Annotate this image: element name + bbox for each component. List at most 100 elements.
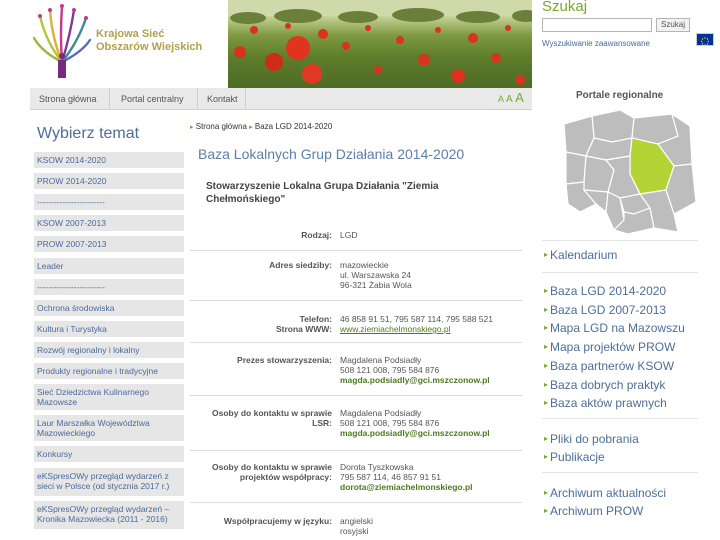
poppy-field-image: [228, 0, 532, 85]
link-ksow-partners-label: Baza partnerów KSOW: [550, 359, 675, 373]
link-ksow-partners[interactable]: ▸ Baza partnerów KSOW: [544, 359, 674, 373]
divider: [190, 250, 522, 251]
divider: [190, 450, 522, 451]
link-prow-projects-map-label: Mapa projektów PROW: [550, 340, 676, 354]
address-line-3: 96-321 Żabia Wola: [340, 280, 412, 290]
font-size-medium[interactable]: A: [506, 94, 513, 105]
link-lgd-map[interactable]: ▸ Mapa LGD na Mazowszu: [544, 321, 685, 335]
sidebar-item-prow-2014[interactable]: PROW 2014-2020: [34, 173, 184, 189]
label-phone: Telefon:: [299, 314, 332, 324]
search-button[interactable]: Szukaj: [656, 18, 690, 32]
nav-tab-contact[interactable]: Kontakt: [198, 88, 246, 110]
poland-map: [563, 109, 697, 235]
search-input[interactable]: [542, 18, 652, 32]
lsr-contact-phone: 508 121 008, 795 584 876: [340, 418, 440, 428]
link-prow-archive[interactable]: ▸ Archiwum PROW: [544, 504, 643, 518]
lsr-contact-email[interactable]: magda.podsiadly@gci.mszczonow.pl: [340, 428, 530, 438]
page-title: Baza Lokalnych Grup Działania 2014-2020: [198, 146, 465, 162]
link-lgd-2007[interactable]: ▸ Baza LGD 2007-2013: [544, 303, 666, 317]
sidebar-item-ksow-2007[interactable]: KSOW 2007-2013: [34, 215, 184, 231]
link-downloads[interactable]: ▸ Pliki do pobrania: [544, 432, 639, 446]
arrow-icon: ▸: [544, 305, 549, 314]
label-cooperation-contact: Osoby do kontaktu w sprawie projektów ws…: [212, 462, 332, 482]
link-calendar-label: Kalendarium: [550, 248, 618, 262]
top-nav: Strona główna Portal centralny Kontakt A…: [30, 88, 532, 110]
sidebar-item-express-review-poland[interactable]: eKSpresOWy przegląd wydarzeń z sieci w P…: [34, 468, 184, 496]
cooperation-contact-name: Dorota Tyszkowska: [340, 462, 414, 472]
divider: [542, 418, 698, 419]
sidebar-item-regional-development[interactable]: Rozwój regionalny i lokalny: [34, 342, 184, 358]
sidebar-item-express-review-mazovia[interactable]: eKSpresOWy przegląd wydarzeń – Kronika M…: [34, 501, 184, 529]
advanced-search-link[interactable]: Wyszukiwanie zaawansowane: [542, 39, 650, 48]
sidebar-item-environment[interactable]: Ochrona środowiska: [34, 300, 184, 316]
address-line-1: mazowieckie: [340, 260, 389, 270]
divider: [542, 240, 698, 241]
divider: [190, 300, 522, 301]
president-name: Magdalena Podsiadły: [340, 355, 422, 365]
breadcrumb-home[interactable]: Strona główna: [196, 122, 247, 131]
link-news-archive[interactable]: ▸ Archiwum aktualności: [544, 486, 666, 500]
sidebar-item-prow-2007[interactable]: PROW 2007-2013: [34, 236, 184, 252]
language-1: angielski: [340, 516, 374, 526]
site-logo[interactable]: Krajowa Sieć Obszarów Wiejskich: [30, 0, 228, 88]
sidebar-item-regional-products[interactable]: Produkty regionalne i tradycyjne: [34, 363, 184, 379]
link-legal-acts[interactable]: ▸ Baza aktów prawnych: [544, 396, 667, 410]
value-phone: 46 858 91 51, 795 587 114, 795 588 521: [340, 314, 493, 324]
link-calendar[interactable]: ▸ Kalendarium: [544, 248, 617, 262]
value-president: Magdalena Podsiadły 508 121 008, 795 584…: [340, 355, 530, 385]
label-type: Rodzaj:: [301, 230, 332, 240]
cooperation-contact-email[interactable]: dorota@ziemiachelmonskiego.pl: [340, 482, 530, 492]
sidebar-item-culinary-heritage[interactable]: Sieć Dziedzictwa Kulinarnego Mazowsze: [34, 384, 184, 410]
divider: [190, 502, 522, 503]
arrow-icon: ▸: [544, 380, 549, 389]
link-legal-acts-label: Baza aktów prawnych: [550, 396, 667, 410]
arrow-icon: ▸: [544, 398, 549, 407]
language-2: rosyjski: [340, 526, 369, 536]
president-phone: 508 121 008, 795 584 876: [340, 365, 440, 375]
label-languages: Współpracujemy w języku:: [223, 516, 332, 526]
breadcrumb: ▸ Strona główna ▸ Baza LGD 2014-2020: [190, 122, 332, 131]
breadcrumb-arrow-icon: ▸: [190, 124, 194, 131]
nav-tab-central-portal[interactable]: Portal centralny: [112, 88, 198, 110]
sidebar-item-leader[interactable]: Leader: [34, 258, 184, 274]
link-good-practices[interactable]: ▸ Baza dobrych praktyk: [544, 378, 665, 392]
link-lgd-2014-label: Baza LGD 2014-2020: [550, 284, 667, 298]
link-publications[interactable]: ▸ Publikacje: [544, 450, 605, 464]
sidebar-item-culture-tourism[interactable]: Kultura i Turystyka: [34, 321, 184, 337]
link-lgd-map-label: Mapa LGD na Mazowszu: [550, 321, 685, 335]
left-gutter: [0, 0, 30, 540]
president-email[interactable]: magda.podsiadly@gci.mszczonow.pl: [340, 375, 530, 385]
font-size-large[interactable]: A: [515, 90, 524, 105]
label-president: Prezes stowarzyszenia:: [237, 355, 332, 365]
divider: [190, 395, 522, 396]
arrow-icon: ▸: [544, 506, 549, 515]
value-languages: angielski rosyjski: [340, 516, 530, 536]
sidebar-item-separator-2: ------------------------: [34, 279, 184, 295]
divider: [542, 472, 698, 473]
arrow-icon: ▸: [544, 488, 549, 497]
topic-sidebar: Wybierz temat KSOW 2014-2020 PROW 2014-2…: [30, 110, 184, 540]
link-good-practices-label: Baza dobrych praktyk: [550, 378, 666, 392]
value-cooperation-contact: Dorota Tyszkowska 795 587 114, 46 857 91…: [340, 462, 530, 492]
label-lsr-contact: Osoby do kontaktu w sprawie LSR:: [212, 408, 332, 428]
arrow-icon: ▸: [544, 434, 549, 443]
regional-portals-title: Portale regionalne: [576, 90, 664, 101]
sidebar-item-marshal-laurel[interactable]: Laur Marszałka Województwa Mazowieckiego: [34, 415, 184, 441]
website-link[interactable]: www.ziemiachelmonskiego.pl: [340, 324, 451, 334]
nav-tab-home[interactable]: Strona główna: [30, 88, 110, 110]
lsr-contact-name: Magdalena Podsiadły: [340, 408, 422, 418]
organization-name: Stowarzyszenie Lokalna Grupa Działania "…: [206, 181, 439, 205]
sidebar-item-ksow-2014[interactable]: KSOW 2014-2020: [34, 152, 184, 168]
sidebar-item-contests[interactable]: Konkursy: [34, 446, 184, 462]
address-line-2: ul. Warszawska 24: [340, 270, 412, 280]
breadcrumb-arrow-icon: ▸: [249, 124, 253, 131]
sidebar-title: Wybierz temat: [37, 125, 140, 142]
map-region-pomorskie: [591, 109, 635, 143]
arrow-icon: ▸: [544, 250, 549, 259]
link-lgd-2014[interactable]: ▸ Baza LGD 2014-2020: [544, 284, 666, 298]
link-prow-archive-label: Archiwum PROW: [550, 504, 644, 518]
value-type: LGD: [340, 230, 530, 240]
font-size-small[interactable]: A: [498, 94, 504, 104]
link-prow-projects-map[interactable]: ▸ Mapa projektów PROW: [544, 340, 675, 354]
label-address: Adres siedziby:: [269, 260, 332, 270]
